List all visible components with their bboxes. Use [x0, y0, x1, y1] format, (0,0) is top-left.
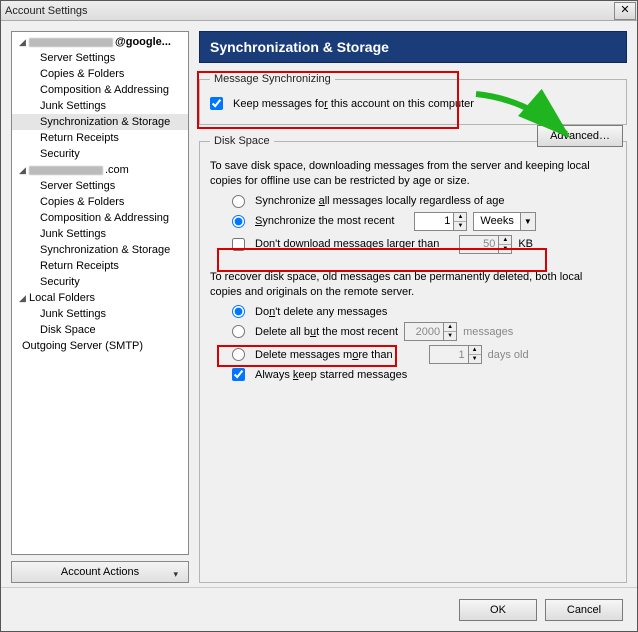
tree-item[interactable]: Synchronization & Storage	[12, 242, 188, 258]
tree-item[interactable]: Security	[12, 274, 188, 290]
window-close-button[interactable]: ✕	[614, 2, 636, 20]
advanced-button[interactable]: Advanced…	[537, 125, 623, 147]
tree-item[interactable]: Junk Settings	[12, 306, 188, 322]
size-limit-spinner[interactable]: ▲▼	[459, 235, 512, 254]
recover-desc: To recover disk space, old messages can …	[210, 270, 616, 300]
keep-count-input[interactable]	[405, 323, 443, 340]
tree-item[interactable]: Copies & Folders	[12, 66, 188, 82]
delete-older-radio[interactable]	[232, 348, 245, 361]
settings-panel: Synchronization & Storage Message Synchr…	[199, 31, 627, 583]
disk-space-group: Disk Space To save disk space, downloadi…	[199, 135, 627, 583]
collapse-icon[interactable]: ◢	[18, 293, 27, 304]
keep-messages-checkbox[interactable]	[210, 97, 223, 110]
sync-recent-radio[interactable]	[232, 215, 245, 228]
spin-down-icon[interactable]: ▼	[444, 332, 456, 340]
tree-item-selected[interactable]: Synchronization & Storage	[12, 114, 188, 130]
collapse-icon[interactable]: ◢	[18, 165, 27, 176]
account-label-suffix: .com	[105, 164, 129, 176]
accounts-sidebar: ◢ @google... Server Settings Copies & Fo…	[11, 31, 189, 583]
account-node[interactable]: ◢ @google...	[12, 34, 188, 50]
tree-item[interactable]: Copies & Folders	[12, 194, 188, 210]
account-actions-button[interactable]: Account Actions	[11, 561, 189, 583]
cancel-button[interactable]: Cancel	[545, 599, 623, 621]
keep-starred-checkbox[interactable]	[232, 368, 245, 381]
dropdown-icon[interactable]: ▼	[520, 213, 535, 230]
tree-item[interactable]: Composition & Addressing	[12, 210, 188, 226]
days-old-label: days old	[488, 349, 529, 361]
disk-desc: To save disk space, downloading messages…	[210, 159, 616, 189]
tree-item[interactable]: Return Receipts	[12, 258, 188, 274]
sync-recent-label[interactable]: Synchronize the most recent	[255, 215, 394, 227]
tree-item[interactable]: Security	[12, 146, 188, 162]
dont-delete-radio[interactable]	[232, 305, 245, 318]
kb-label: KB	[518, 238, 533, 250]
message-sync-group: Message Synchronizing Keep messages for …	[199, 73, 627, 125]
days-spinner[interactable]: ▲▼	[429, 345, 482, 364]
size-limit-input[interactable]	[460, 236, 498, 253]
tree-item[interactable]: Disk Space	[12, 322, 188, 338]
accounts-tree[interactable]: ◢ @google... Server Settings Copies & Fo…	[11, 31, 189, 555]
tree-item-outgoing[interactable]: Outgoing Server (SMTP)	[12, 338, 188, 354]
recent-count-spinner[interactable]: ▲▼	[414, 212, 467, 231]
group-legend: Disk Space	[210, 135, 274, 147]
titlebar: Account Settings ✕	[1, 1, 637, 21]
ok-button[interactable]: OK	[459, 599, 537, 621]
messages-label: messages	[463, 326, 513, 338]
page-title: Synchronization & Storage	[199, 31, 627, 63]
recent-count-input[interactable]	[415, 213, 453, 230]
keep-messages-label[interactable]: Keep messages for this account on this c…	[233, 98, 474, 110]
dont-download-checkbox[interactable]	[232, 238, 245, 251]
keep-count-spinner[interactable]: ▲▼	[404, 322, 457, 341]
dialog-footer: OK Cancel	[1, 587, 637, 631]
spin-down-icon[interactable]: ▼	[454, 222, 466, 230]
dont-download-label[interactable]: Don't download messages larger than	[255, 238, 439, 250]
account-label-suffix: @google...	[115, 36, 171, 48]
delete-all-but-label[interactable]: Delete all but the most recent	[255, 326, 398, 338]
tree-item[interactable]: Junk Settings	[12, 98, 188, 114]
dont-delete-label[interactable]: Don't delete any messages	[255, 306, 387, 318]
collapse-icon[interactable]: ◢	[18, 37, 27, 48]
tree-item[interactable]: Return Receipts	[12, 130, 188, 146]
spin-up-icon[interactable]: ▲	[469, 346, 481, 355]
tree-item[interactable]: Composition & Addressing	[12, 82, 188, 98]
sync-all-label[interactable]: Synchronize all messages locally regardl…	[255, 195, 504, 207]
days-input[interactable]	[430, 346, 468, 363]
sync-all-radio[interactable]	[232, 195, 245, 208]
account-settings-window: Account Settings ✕ ◢ @google... Server S…	[0, 0, 638, 632]
recent-unit-select[interactable]: Weeks ▼	[473, 212, 535, 231]
spin-up-icon[interactable]: ▲	[454, 213, 466, 222]
tree-item[interactable]: Junk Settings	[12, 226, 188, 242]
spin-down-icon[interactable]: ▼	[469, 355, 481, 363]
spin-down-icon[interactable]: ▼	[499, 245, 511, 253]
account-node[interactable]: ◢ .com	[12, 162, 188, 178]
keep-starred-label[interactable]: Always keep starred messages	[255, 369, 407, 381]
group-legend: Message Synchronizing	[210, 73, 335, 85]
spin-up-icon[interactable]: ▲	[499, 236, 511, 245]
spin-up-icon[interactable]: ▲	[444, 323, 456, 332]
tree-item[interactable]: Server Settings	[12, 178, 188, 194]
delete-all-but-radio[interactable]	[232, 325, 245, 338]
tree-item[interactable]: Server Settings	[12, 50, 188, 66]
delete-older-label[interactable]: Delete messages more than	[255, 349, 393, 361]
window-title: Account Settings	[5, 5, 88, 17]
account-node-local[interactable]: ◢ Local Folders	[12, 290, 188, 306]
